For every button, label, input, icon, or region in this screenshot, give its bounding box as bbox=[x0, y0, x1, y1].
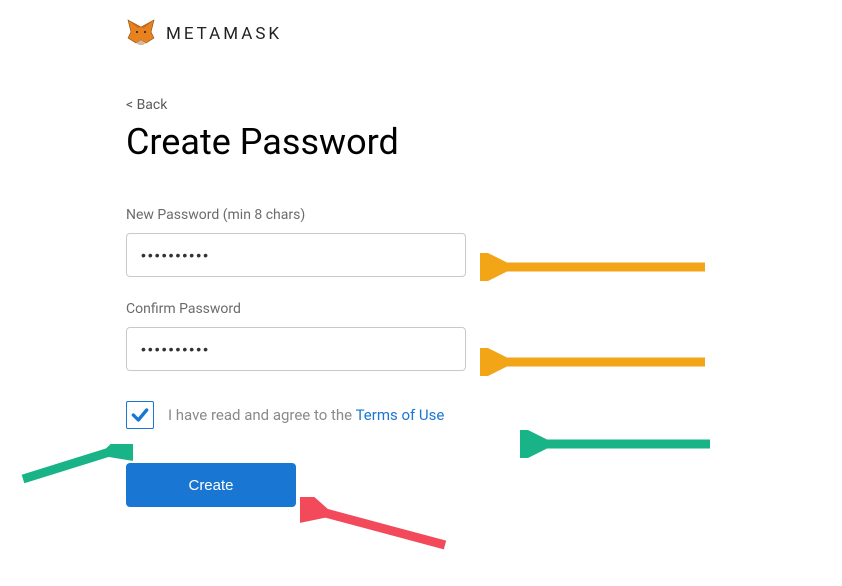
new-password-input[interactable] bbox=[126, 233, 466, 277]
terms-agreement-row: I have read and agree to the Terms of Us… bbox=[126, 401, 842, 429]
brand-name: METAMASK bbox=[166, 24, 282, 44]
confirm-password-field: Confirm Password bbox=[126, 301, 842, 371]
create-button[interactable]: Create bbox=[126, 463, 296, 507]
brand-header: METAMASK bbox=[126, 18, 842, 50]
terms-prefix: I have read and agree to the bbox=[168, 406, 356, 424]
back-link[interactable]: < Back bbox=[126, 97, 167, 113]
terms-checkbox[interactable] bbox=[126, 401, 154, 429]
confirm-password-label: Confirm Password bbox=[126, 301, 842, 317]
check-icon bbox=[130, 405, 150, 425]
terms-text: I have read and agree to the Terms of Us… bbox=[168, 406, 444, 424]
new-password-label: New Password (min 8 chars) bbox=[126, 207, 842, 223]
page-title: Create Password bbox=[126, 121, 842, 163]
terms-of-use-link[interactable]: Terms of Use bbox=[356, 406, 445, 424]
new-password-field: New Password (min 8 chars) bbox=[126, 207, 842, 277]
confirm-password-input[interactable] bbox=[126, 327, 466, 371]
metamask-fox-icon bbox=[126, 18, 156, 50]
